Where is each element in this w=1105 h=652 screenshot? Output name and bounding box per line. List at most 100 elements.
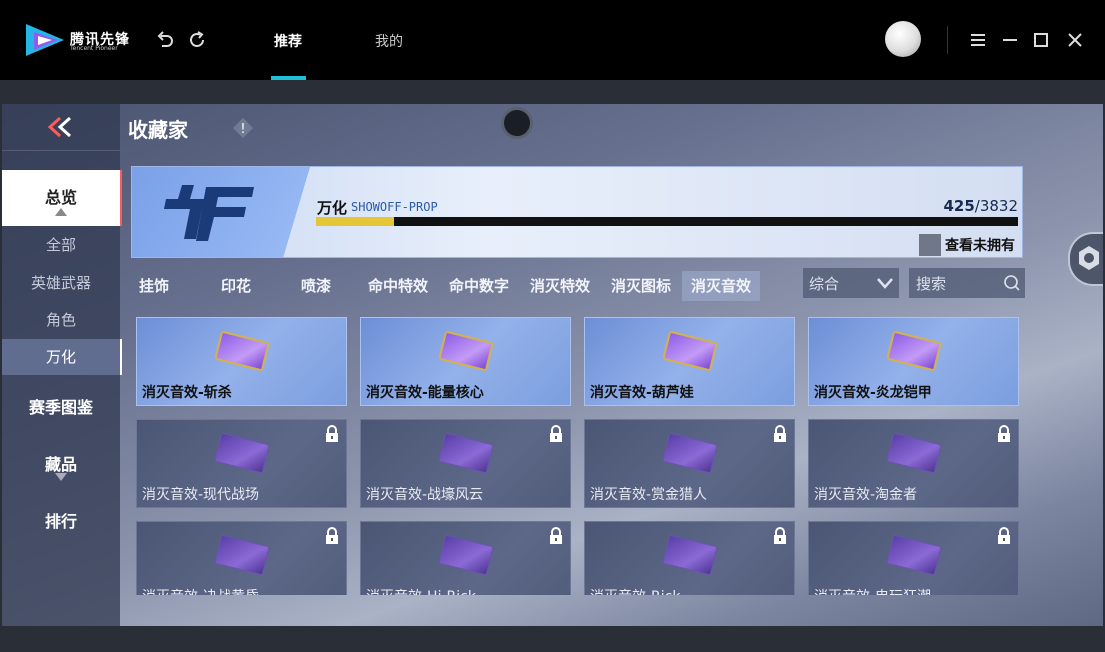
banner-sublabel: SHOWOFF-PROP bbox=[351, 200, 438, 214]
category-tab-kill-icon[interactable]: 消灭图标 bbox=[605, 271, 677, 301]
gear-icon bbox=[1079, 246, 1099, 270]
sound-card-icon bbox=[214, 432, 270, 474]
lock-icon bbox=[326, 527, 338, 544]
avatar[interactable] bbox=[885, 21, 921, 57]
category-tab-hit-effect[interactable]: 命中特效 bbox=[362, 271, 434, 301]
item-name: 消灭音效-决战黄昏 bbox=[142, 586, 259, 595]
progress-fill bbox=[316, 217, 394, 226]
item-name: 消灭音效-Rick bbox=[590, 586, 680, 595]
sidebar-item-characters[interactable]: 角色 bbox=[2, 309, 120, 329]
item-name: 消灭音效-电玩狂潮 bbox=[814, 586, 931, 595]
item-name: 消灭音效-现代战场 bbox=[142, 487, 260, 503]
caret-down-icon bbox=[55, 473, 67, 481]
lock-icon bbox=[998, 425, 1010, 442]
banner-label: 万化 bbox=[317, 199, 348, 217]
lock-icon bbox=[550, 527, 562, 544]
category-tab-pendant[interactable]: 挂饰 bbox=[132, 271, 176, 301]
page-title: 收藏家 bbox=[128, 118, 188, 142]
app-subtitle: Tencent Pioneer bbox=[70, 45, 118, 52]
item-name: 消灭音效-赏金猎人 bbox=[590, 487, 708, 503]
sound-card-icon bbox=[438, 330, 494, 372]
sound-card-icon bbox=[886, 534, 942, 576]
sort-value: 综合 bbox=[809, 275, 840, 293]
category-tab-sticker[interactable]: 印花 bbox=[214, 271, 258, 301]
maximize-icon[interactable] bbox=[1031, 30, 1051, 50]
item-card[interactable]: 消灭音效-淘金者 bbox=[808, 419, 1019, 508]
category-tab-kill-sound[interactable]: 消灭音效 bbox=[682, 271, 760, 301]
item-name: 消灭音效-斩杀 bbox=[142, 385, 232, 401]
lock-icon bbox=[774, 425, 786, 442]
game-viewport: 总览 全部 英雄武器 角色 万化 赛季图鉴 藏品 排行 收藏家 ! 万化 SHO… bbox=[0, 80, 1105, 652]
item-card[interactable]: 消灭音效-炎龙铠甲 bbox=[808, 317, 1019, 406]
item-card[interactable]: 消灭音效-Rick bbox=[584, 521, 795, 595]
item-name: 消灭音效-淘金者 bbox=[814, 487, 918, 503]
item-grid: 消灭音效-斩杀 消灭音效-能量核心 消灭音效-葫芦娃 消灭音效-炎龙铠甲消灭音效-现代… bbox=[136, 317, 1022, 595]
collector-screen: 总览 全部 英雄武器 角色 万化 赛季图鉴 藏品 排行 收藏家 ! 万化 SHO… bbox=[2, 104, 1103, 626]
sidebar-item-collection[interactable]: 藏品 bbox=[2, 451, 120, 487]
chevron-down-icon bbox=[877, 278, 893, 289]
item-name: 消灭音效-Hi-Rick bbox=[366, 586, 476, 595]
show-unowned-checkbox[interactable] bbox=[919, 234, 941, 256]
item-name: 消灭音效-炎龙铠甲 bbox=[814, 385, 932, 401]
category-tab-hit-number[interactable]: 命中数字 bbox=[443, 271, 515, 301]
item-name: 消灭音效-能量核心 bbox=[366, 385, 484, 401]
sidebar-item-hero-weapons[interactable]: 英雄武器 bbox=[2, 272, 120, 292]
owned-count: 425 bbox=[943, 197, 975, 215]
sound-card-icon bbox=[438, 534, 494, 576]
sidebar-item-all[interactable]: 全部 bbox=[2, 234, 120, 254]
category-tab-spray[interactable]: 喷漆 bbox=[294, 271, 338, 301]
category-tab-kill-effect[interactable]: 消灭特效 bbox=[524, 271, 596, 301]
sound-card-icon bbox=[214, 330, 270, 372]
sound-card-icon bbox=[662, 534, 718, 576]
sound-card-icon bbox=[886, 330, 942, 372]
sidebar: 总览 全部 英雄武器 角色 万化 赛季图鉴 藏品 排行 bbox=[2, 104, 122, 626]
sidebar-item-ranking[interactable]: 排行 bbox=[2, 508, 120, 531]
item-card[interactable]: 消灭音效-能量核心 bbox=[360, 317, 571, 406]
undo-icon[interactable] bbox=[155, 30, 175, 50]
cf-logo-icon bbox=[164, 185, 254, 241]
sound-card-icon bbox=[662, 432, 718, 474]
sound-card-icon bbox=[662, 330, 718, 372]
divider bbox=[947, 26, 948, 54]
side-panel-handle[interactable] bbox=[1068, 232, 1103, 286]
item-card[interactable]: 消灭音效-赏金猎人 bbox=[584, 419, 795, 508]
title-bar: 腾讯先锋 Tencent Pioneer 推荐 我的 bbox=[0, 0, 1105, 80]
lock-icon bbox=[998, 527, 1010, 544]
close-icon[interactable] bbox=[1065, 30, 1085, 50]
info-icon[interactable]: ! bbox=[232, 117, 254, 139]
minimize-icon[interactable] bbox=[1000, 30, 1020, 50]
item-card[interactable]: 消灭音效-战壕风云 bbox=[360, 419, 571, 508]
collection-progress-banner: 万化 SHOWOFF-PROP 425/3832 查看未拥有 bbox=[131, 166, 1023, 258]
bottom-bar bbox=[0, 626, 1105, 652]
item-name: 消灭音效-葫芦娃 bbox=[590, 385, 694, 401]
tab-mine[interactable]: 我的 bbox=[375, 31, 403, 51]
item-card[interactable]: 消灭音效-Hi-Rick bbox=[360, 521, 571, 595]
search-input[interactable]: 搜索 bbox=[909, 268, 1025, 298]
sound-card-icon bbox=[438, 432, 494, 474]
menu-icon[interactable] bbox=[968, 30, 988, 50]
item-card[interactable]: 消灭音效-斩杀 bbox=[136, 317, 347, 406]
search-placeholder: 搜索 bbox=[916, 275, 947, 293]
item-card[interactable]: 消灭音效-葫芦娃 bbox=[584, 317, 795, 406]
show-unowned-label[interactable]: 查看未拥有 bbox=[945, 235, 1015, 255]
tab-recommend[interactable]: 推荐 bbox=[274, 31, 302, 51]
refresh-icon[interactable] bbox=[187, 30, 207, 50]
sort-dropdown[interactable]: 综合 bbox=[803, 268, 899, 298]
info-label: ! bbox=[240, 122, 245, 137]
item-card[interactable]: 消灭音效-决战黄昏 bbox=[136, 521, 347, 595]
collection-progress-bar bbox=[316, 217, 1018, 226]
item-card[interactable]: 消灭音效-现代战场 bbox=[136, 419, 347, 508]
caret-up-icon bbox=[55, 208, 67, 216]
back-chevron-icon bbox=[47, 116, 72, 138]
sidebar-item-wanhua[interactable]: 万化 bbox=[2, 339, 122, 375]
camera-button[interactable] bbox=[501, 107, 533, 139]
search-icon bbox=[1004, 275, 1020, 291]
sidebar-item-season-catalog[interactable]: 赛季图鉴 bbox=[2, 394, 120, 417]
item-card[interactable]: 消灭音效-电玩狂潮 bbox=[808, 521, 1019, 595]
sound-card-icon bbox=[214, 534, 270, 576]
lock-icon bbox=[550, 425, 562, 442]
lock-icon bbox=[774, 527, 786, 544]
sidebar-item-overview[interactable]: 总览 bbox=[2, 170, 122, 226]
back-button[interactable] bbox=[2, 104, 120, 151]
total-count: /3832 bbox=[974, 197, 1018, 215]
